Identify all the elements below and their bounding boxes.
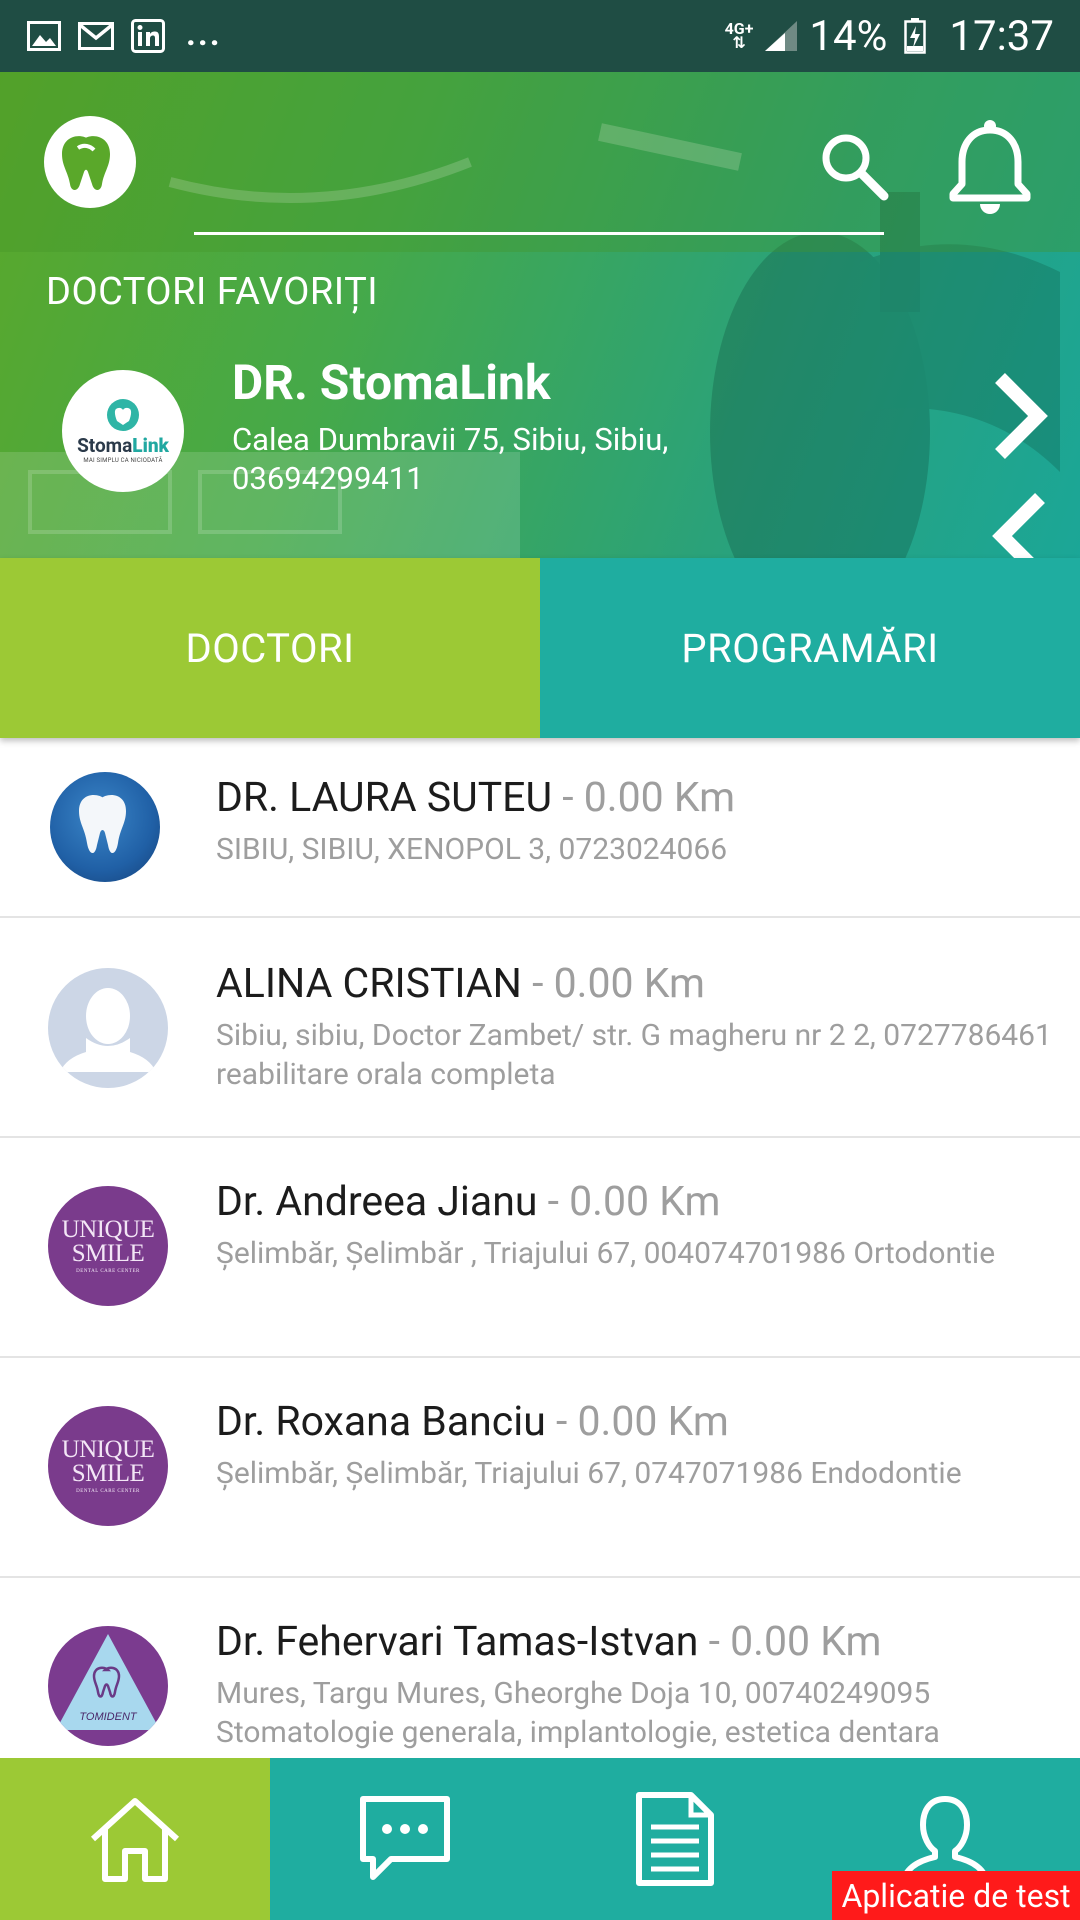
chevron-right-icon[interactable] [988,368,1050,464]
unique-smile-logo: UNIQUE SMILE DENTAL CARE CENTER [48,1406,168,1526]
doctor-name: DR. LAURA SUTEU - 0.00 Km [216,774,736,822]
search-input[interactable] [194,232,884,235]
stomalink-tooth-icon [107,399,139,431]
app-logo[interactable] [44,116,136,208]
nav-documents[interactable] [540,1758,810,1920]
list-item[interactable]: TOMIDENT Dr. Fehervari Tamas-Istvan - 0.… [0,1578,1080,1758]
main-tabs: DOCTORI PROGRAMĂRI [0,558,1080,738]
search-icon[interactable] [816,128,892,204]
doctor-name: Dr. Andreea Jianu - 0.00 Km [216,1178,721,1226]
battery-charging-icon [897,18,933,54]
tooth-icon [50,772,160,882]
favorite-doctor-logo[interactable]: StomaLink MAI SIMPLU CA NICIODATĂ [62,370,184,492]
doctor-distance: - 0.00 Km [552,774,736,822]
doctor-name: Dr. Roxana Banciu - 0.00 Km [216,1398,729,1446]
more-notifications: ... [186,14,222,54]
test-app-badge: Aplicatie de test [832,1871,1080,1920]
doctor-details: Mures, Targu Mures, Gheorghe Doja 10, 00… [216,1676,940,1750]
doctor-details: SIBIU, SIBIU, XENOPOL 3, 0723024066 [216,832,728,867]
doctor-list: DR. LAURA SUTEU - 0.00 Km SIBIU, SIBIU, … [0,738,1080,1758]
list-item[interactable]: UNIQUE SMILE DENTAL CARE CENTER Dr. Andr… [0,1138,1080,1358]
svg-text:TOMIDENT: TOMIDENT [79,1711,138,1723]
linkedin-notification-icon [130,18,166,54]
document-icon [636,1792,714,1886]
signal-icon [763,18,799,54]
stomalink-brand: StomaLink [77,434,169,457]
tomident-logo: TOMIDENT [48,1626,168,1746]
doctor-name: Dr. Fehervari Tamas-Istvan - 0.00 Km [216,1618,882,1666]
doctor-distance: - 0.00 Km [537,1178,721,1226]
list-item[interactable]: DR. LAURA SUTEU - 0.00 Km SIBIU, SIBIU, … [0,738,1080,918]
chat-icon [360,1796,450,1880]
doctor-details: Sibiu, sibiu, Doctor Zambet/ str. G magh… [216,1018,1052,1092]
status-bar: ... 4G+ ⇅ 14% 17:37 [0,0,1080,72]
doctor-details: Șelimbăr, Șelimbăr , Triajului 67, 00407… [216,1236,996,1271]
doctor-distance: - 0.00 Km [545,1398,729,1446]
favorite-doctor-name[interactable]: DR. StomaLink [232,354,551,411]
unique-smile-logo: UNIQUE SMILE DENTAL CARE CENTER [48,1186,168,1306]
list-item[interactable]: UNIQUE SMILE DENTAL CARE CENTER Dr. Roxa… [0,1358,1080,1578]
tab-programari[interactable]: PROGRAMĂRI [540,558,1080,738]
favorites-title: DOCTORI FAVORIȚI [46,270,379,314]
tab-doctori[interactable]: DOCTORI [0,558,540,738]
doctor-details: Șelimbăr, Șelimbăr, Triajului 67, 074707… [216,1456,962,1491]
clock: 17:37 [949,11,1054,61]
search-bar-row [0,72,1080,252]
notification-bell-icon[interactable] [948,116,1032,216]
favorite-doctor-address: Calea Dumbravii 75, Sibiu, Sibiu, 036942… [232,421,669,497]
header-banner: DOCTORI FAVORIȚI StomaLink MAI SIMPLU CA… [0,72,1080,558]
chevron-left-icon[interactable] [990,488,1052,558]
list-item[interactable]: ALINA CRISTIAN - 0.00 Km Sibiu, sibiu, D… [0,918,1080,1138]
doctor-name: ALINA CRISTIAN - 0.00 Km [216,960,705,1008]
nav-messages[interactable] [270,1758,540,1920]
gmail-notification-icon [78,18,114,54]
home-icon [90,1798,180,1882]
person-icon [48,968,168,1088]
gallery-notification-icon [26,18,62,54]
doctor-distance: - 0.00 Km [521,960,705,1008]
battery-percent: 14% [809,11,888,61]
stomalink-tagline: MAI SIMPLU CA NICIODATĂ [83,457,163,464]
doctor-distance: - 0.00 Km [698,1618,882,1666]
network-type: 4G+ ⇅ [724,19,754,52]
nav-home[interactable] [0,1758,270,1920]
